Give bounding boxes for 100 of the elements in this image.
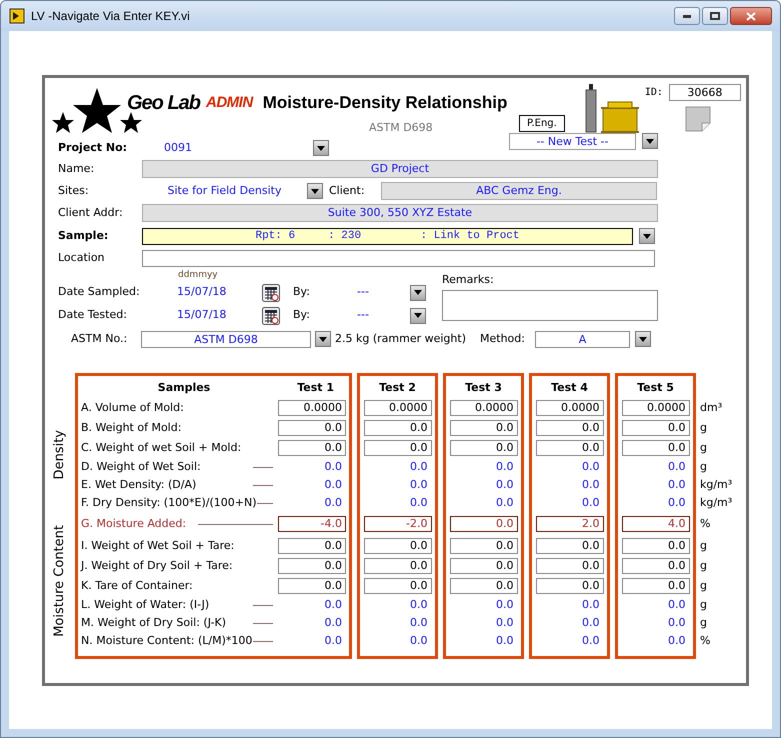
sample-field[interactable]: Rpt: 6 : 230 : Link to Proct <box>142 228 633 244</box>
page-title: Moisture-Density Relationship <box>262 92 508 114</box>
moisture-input[interactable]: -2.0 <box>364 516 432 532</box>
dropdown-arrow-button[interactable] <box>410 308 426 324</box>
computed-value: 0.0 <box>668 476 686 493</box>
window-title: LV -Navigate Via Enter KEY.vi <box>31 8 190 25</box>
row-label: K. Tare of Container: <box>81 578 193 594</box>
sample-label: Sample: <box>58 228 110 244</box>
value-input[interactable]: 0.0000 <box>450 400 518 416</box>
value-input[interactable]: 0.0 <box>622 538 690 554</box>
value-input[interactable]: 0.0000 <box>364 400 432 416</box>
caret-icon <box>639 336 647 342</box>
value-input[interactable]: 0.0 <box>622 420 690 436</box>
role-badge: P.Eng. <box>519 115 565 132</box>
close-button[interactable] <box>730 7 772 25</box>
remarks-field[interactable] <box>442 290 658 320</box>
value-input[interactable]: 0.0 <box>622 578 690 594</box>
computed-value: 0.0 <box>496 494 514 511</box>
computed-value: 0.0 <box>582 494 600 511</box>
standard-label: ASTM D698 <box>369 120 434 136</box>
dropdown-arrow-button[interactable] <box>642 133 658 149</box>
date-label: Date Tested: <box>58 307 128 324</box>
value-input[interactable]: 0.0 <box>450 420 518 436</box>
value-input[interactable]: 0.0 <box>450 538 518 554</box>
dropdown-arrow-button[interactable] <box>312 140 329 156</box>
dropdown-arrow-button[interactable] <box>410 284 426 300</box>
caret-icon <box>316 146 325 150</box>
computed-value: 0.0 <box>410 596 428 613</box>
value-input[interactable]: 0.0 <box>536 420 604 436</box>
page-icon[interactable] <box>684 106 711 132</box>
value-input[interactable]: 0.0 <box>622 558 690 574</box>
date-value: 15/07/18 <box>177 307 228 324</box>
value-input[interactable]: 0.0 <box>364 440 432 456</box>
unit-label: % <box>700 632 710 649</box>
value-input[interactable]: 0.0000 <box>278 400 346 416</box>
close-icon <box>746 12 756 20</box>
client-label: Client: <box>329 182 366 199</box>
value-input[interactable]: 0.0 <box>278 440 346 456</box>
value-input[interactable]: 0.0 <box>622 440 690 456</box>
computed-value: 0.0 <box>496 596 514 613</box>
by-value: --- <box>357 307 370 324</box>
moisture-input[interactable]: 2.0 <box>536 516 604 532</box>
id-field[interactable]: 30668 <box>668 84 741 101</box>
computed-value: 0.0 <box>582 614 600 631</box>
samples-heading: Samples <box>156 380 212 396</box>
unit-label: g <box>700 458 707 475</box>
moisture-input[interactable]: -4.0 <box>278 516 346 532</box>
calendar-icon[interactable] <box>262 306 280 324</box>
value-input[interactable]: 0.0 <box>536 538 604 554</box>
minimize-button[interactable] <box>674 7 700 25</box>
remarks-label: Remarks: <box>442 272 495 288</box>
value-input[interactable]: 0.0 <box>536 558 604 574</box>
unit-label: g <box>700 420 707 436</box>
unit-label: % <box>700 516 710 532</box>
computed-value: 0.0 <box>410 614 428 631</box>
value-input[interactable]: 0.0 <box>364 538 432 554</box>
value-input[interactable]: 0.0 <box>364 420 432 436</box>
project-no-label: Project No: <box>58 140 128 156</box>
computed-value: 0.0 <box>668 494 686 511</box>
value-input[interactable]: 0.0 <box>536 578 604 594</box>
value-input[interactable]: 0.0 <box>278 558 346 574</box>
value-input[interactable]: 0.0 <box>278 538 346 554</box>
caret-icon <box>319 336 327 342</box>
row-label: I. Weight of Wet Soil + Tare: <box>81 538 234 554</box>
computed-value: 0.0 <box>324 458 343 475</box>
dropdown-arrow-button[interactable] <box>639 228 655 244</box>
value-input[interactable]: 0.0 <box>536 440 604 456</box>
location-field[interactable] <box>142 250 655 266</box>
dropdown-arrow-button[interactable] <box>315 331 331 347</box>
computed-value: 0.0 <box>668 458 686 475</box>
computed-value: 0.0 <box>668 632 686 649</box>
moisture-input[interactable]: 0.0 <box>450 516 518 532</box>
value-input[interactable]: 0.0 <box>364 558 432 574</box>
value-input[interactable]: 0.0 <box>450 440 518 456</box>
dropdown-arrow-button[interactable] <box>307 183 323 199</box>
value-input[interactable]: 0.0 <box>450 578 518 594</box>
value-input[interactable]: 0.0 <box>450 558 518 574</box>
caret-icon <box>311 188 319 194</box>
value-input[interactable]: 0.0 <box>278 420 346 436</box>
calendar-icon[interactable] <box>262 284 280 302</box>
maximize-icon <box>710 12 720 20</box>
maximize-button[interactable] <box>702 7 728 25</box>
group-label: Density <box>51 430 68 480</box>
computed-value: 0.0 <box>324 632 343 649</box>
by-label: By: <box>293 284 311 300</box>
test-select[interactable]: -- New Test -- <box>508 132 636 150</box>
astm-field[interactable]: ASTM D698 <box>141 330 311 348</box>
client-addr-field: Suite 300, 550 XYZ Estate <box>142 204 658 222</box>
test-heading: Test 3 <box>465 380 502 396</box>
value-input[interactable]: 0.0 <box>278 578 346 594</box>
value-input[interactable]: 0.0000 <box>536 400 604 416</box>
method-field[interactable]: A <box>535 330 630 348</box>
unit-label: kg/m³ <box>700 494 732 511</box>
row-label: J. Weight of Dry Soil + Tare: <box>81 558 233 574</box>
dropdown-arrow-button[interactable] <box>635 331 651 347</box>
moisture-input[interactable]: 4.0 <box>622 516 690 532</box>
value-input[interactable]: 0.0 <box>364 578 432 594</box>
value-input[interactable]: 0.0000 <box>622 400 690 416</box>
unit-label: g <box>700 538 707 554</box>
unit-label: g <box>700 558 707 574</box>
